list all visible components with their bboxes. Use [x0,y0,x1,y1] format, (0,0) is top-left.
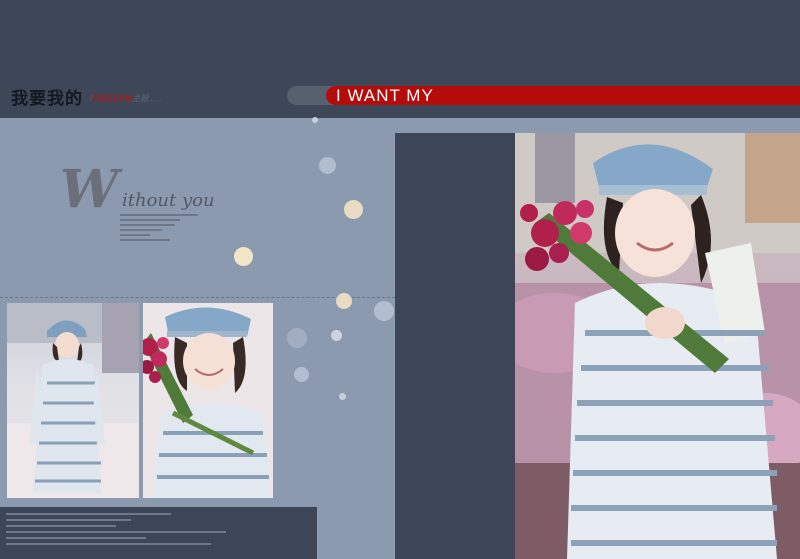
photo-woman-flowers-large [515,133,800,559]
page-subtitle: /FREEDOM主题...... [90,93,162,104]
page-title: 我要我的 [11,89,83,109]
script-title: W ithout you [60,160,250,220]
script-rest: ithout you [122,190,215,211]
subtitle-rest: 主题...... [132,94,162,103]
photo-woman-standing [7,303,139,498]
decor-dot [336,293,352,309]
decor-dot [331,330,342,341]
decor-dot [344,200,363,219]
decor-dot [319,157,336,174]
decor-dot [294,367,309,382]
decor-dot [234,247,253,266]
subtitle-freedom: FREEDOM [92,94,133,103]
banner-text: I WANT MY [336,86,434,105]
decor-dot [312,117,318,123]
decor-dot [339,393,346,400]
script-initial: W [60,159,119,220]
decor-dot [374,301,394,321]
bottom-decorative-text [6,513,231,549]
decor-dot [287,328,307,348]
center-dark-panel [395,133,515,559]
photo-woman-flowers-small [143,303,273,498]
decorative-text-lines [120,214,200,244]
